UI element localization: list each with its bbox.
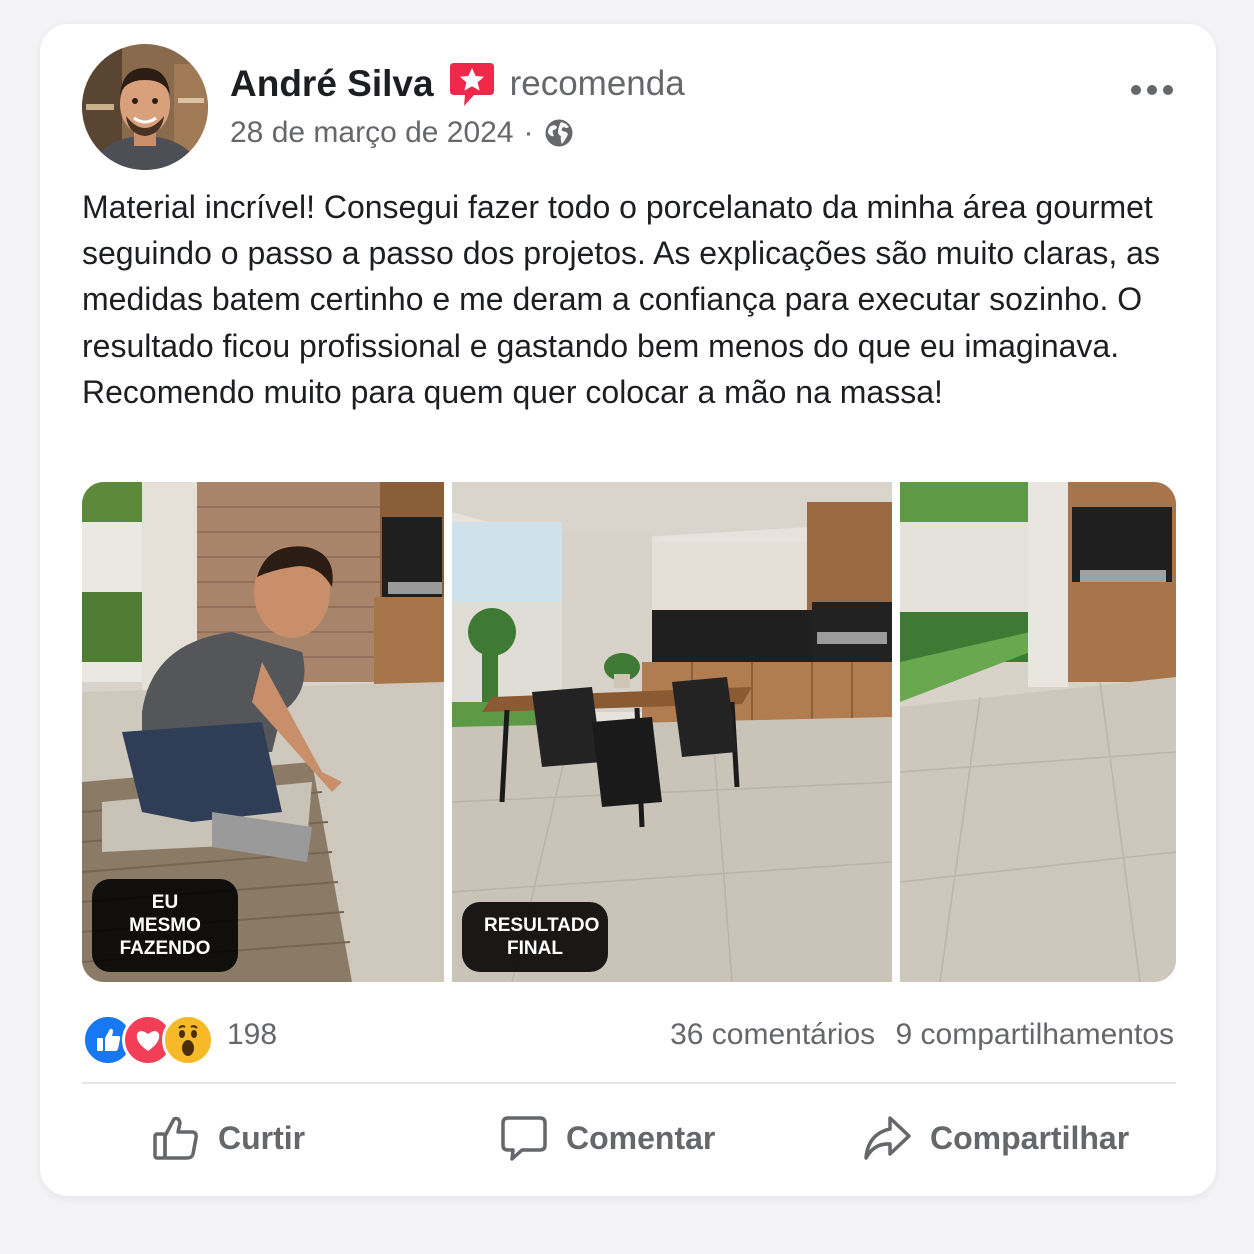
more-options-icon[interactable] <box>1128 78 1176 102</box>
photo-gallery: EU MESMO FAZENDO RESULTADO FINAL <box>82 482 1176 982</box>
share-button[interactable]: Compartilhar <box>862 1110 1129 1166</box>
like-button[interactable]: Curtir <box>152 1110 305 1166</box>
like-label: Curtir <box>218 1119 306 1156</box>
comments-count[interactable]: 36 comentários <box>670 1018 875 1051</box>
post-body: Material incrível! Consegui fazer todo o… <box>82 189 1160 410</box>
post-date[interactable]: 28 de março de 2024 <box>230 116 514 150</box>
action-bar: Curtir Comentar Compartilhar <box>82 1104 1176 1174</box>
thumbs-up-icon <box>152 1114 200 1162</box>
reaction-icons[interactable] <box>82 1014 214 1066</box>
post-stats: 198 36 comentários 9 compartilhamentos <box>82 1010 1176 1066</box>
comment-label: Comentar <box>566 1119 716 1156</box>
share-arrow-icon <box>862 1114 912 1162</box>
photo-result[interactable]: RESULTADO FINAL <box>452 482 892 982</box>
divider <box>82 1082 1176 1084</box>
comment-bubble-icon <box>500 1114 548 1162</box>
photo-worker[interactable]: EU MESMO FAZENDO <box>82 482 444 982</box>
reaction-count[interactable]: 198 <box>227 1018 277 1052</box>
date-separator: · <box>523 116 534 149</box>
recommendation-text: recomenda <box>509 64 685 103</box>
photo-label: EU MESMO FAZENDO <box>92 879 238 972</box>
shares-count[interactable]: 9 compartilhamentos <box>896 1018 1174 1051</box>
comment-button[interactable]: Comentar <box>500 1110 715 1166</box>
photo-floor[interactable] <box>900 482 1176 982</box>
globe-icon[interactable] <box>544 118 574 148</box>
author-line: André Silva recomenda <box>230 60 685 108</box>
engagement-counts: 36 comentários 9 compartilhamentos <box>658 1018 1174 1052</box>
author-avatar[interactable] <box>82 44 208 170</box>
wow-icon <box>162 1014 214 1066</box>
author-name[interactable]: André Silva <box>230 63 434 105</box>
recommend-icon <box>448 60 496 108</box>
post-card: André Silva recomenda 28 de março de 202… <box>40 24 1216 1196</box>
post-meta: 28 de março de 2024 · <box>230 116 574 150</box>
share-label: Compartilhar <box>930 1119 1130 1156</box>
photo-label: RESULTADO FINAL <box>462 902 608 972</box>
